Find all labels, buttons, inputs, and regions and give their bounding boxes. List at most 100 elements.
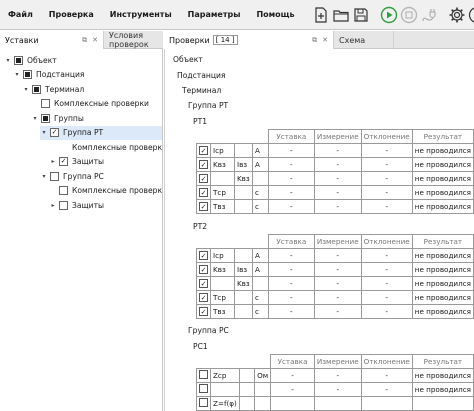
setting-value[interactable]: - (270, 368, 315, 383)
measured-value[interactable] (313, 396, 362, 411)
tree-checkbox[interactable] (23, 70, 32, 79)
measured-value[interactable]: - (313, 199, 362, 214)
setting-value[interactable]: - (267, 199, 315, 214)
row-checkbox[interactable]: ✓ (199, 293, 208, 302)
deviation-value[interactable]: - (360, 171, 413, 186)
play-button[interactable] (380, 4, 398, 26)
deviation-value[interactable] (360, 396, 413, 411)
menu-tools[interactable]: Инструменты (102, 0, 180, 30)
tree-item[interactable]: ▾ Терминал (22, 82, 84, 96)
measured-value[interactable]: - (313, 185, 362, 200)
tree-checkbox[interactable] (32, 84, 41, 94)
measured-value[interactable]: - (313, 304, 362, 319)
tree-item[interactable]: Комплексные проверки (49, 140, 162, 154)
tree-item[interactable]: Комплексные проверки (31, 97, 149, 111)
row-checkbox[interactable] (199, 398, 208, 407)
deviation-value[interactable]: - (360, 185, 413, 200)
tree-checkbox[interactable]: ✓ (59, 157, 68, 166)
menu-file[interactable]: Файл (0, 0, 41, 30)
tree-item[interactable]: Комплексные проверки (49, 184, 162, 198)
chevron-down-icon[interactable]: ▾ (31, 115, 39, 122)
setting-value[interactable]: - (267, 248, 315, 263)
tree-item[interactable]: ▾ Подстанция (13, 68, 85, 82)
tree-item[interactable]: ▸ ✓ Защиты (49, 155, 104, 169)
chevron-down-icon[interactable]: ▾ (13, 71, 21, 78)
row-checkbox[interactable]: ✓ (199, 146, 208, 155)
tree-checkbox[interactable] (41, 99, 50, 108)
setting-value[interactable] (270, 396, 315, 411)
deviation-value[interactable]: - (360, 382, 413, 397)
new-file-button[interactable] (312, 4, 330, 26)
row-checkbox[interactable] (199, 384, 208, 393)
close-icon[interactable]: ✕ (92, 36, 98, 44)
measured-value[interactable]: - (313, 143, 362, 158)
chevron-right-icon[interactable]: ▸ (49, 202, 57, 209)
deviation-value[interactable]: - (360, 143, 413, 158)
setting-value[interactable]: - (270, 382, 315, 397)
chevron-right-icon[interactable]: ▸ (49, 158, 57, 165)
setting-value[interactable]: - (267, 143, 315, 158)
row-checkbox[interactable]: ✓ (199, 307, 208, 316)
stop-button[interactable] (400, 4, 418, 26)
deviation-value[interactable]: - (360, 248, 413, 263)
save-button[interactable] (352, 4, 370, 26)
tab-check-conditions[interactable]: Условия проверок (104, 31, 163, 49)
row-checkbox[interactable]: ✓ (199, 279, 208, 288)
menu-check[interactable]: Проверка (41, 0, 102, 30)
deviation-value[interactable]: - (360, 262, 413, 277)
close-icon[interactable]: ✕ (322, 36, 328, 44)
plug-button[interactable] (420, 4, 438, 26)
row-checkbox[interactable]: ✓ (199, 174, 208, 183)
deviation-value[interactable]: - (360, 290, 413, 305)
chevron-down-icon[interactable]: ▾ (40, 173, 48, 180)
tab-settings[interactable]: Уставки ⧉ ✕ (0, 31, 104, 49)
chevron-down-icon[interactable]: ▾ (22, 86, 30, 93)
chevron-down-icon[interactable]: ▾ (4, 57, 12, 64)
tab-scheme[interactable]: Схема (334, 31, 394, 49)
pin-icon[interactable]: ⧉ (312, 36, 317, 45)
deviation-value[interactable]: - (360, 157, 413, 172)
row-checkbox[interactable] (199, 370, 208, 379)
pin-icon[interactable]: ⧉ (82, 36, 87, 45)
info-button[interactable] (468, 4, 474, 26)
measured-value[interactable]: - (313, 290, 362, 305)
measured-value[interactable]: - (313, 368, 362, 383)
open-folder-button[interactable] (332, 4, 350, 26)
setting-value[interactable]: - (267, 276, 315, 291)
menu-parameters[interactable]: Параметры (180, 0, 249, 30)
row-checkbox[interactable]: ✓ (199, 251, 208, 260)
deviation-value[interactable]: - (360, 368, 413, 383)
tree-item[interactable]: ▾ Группы (31, 111, 84, 125)
tab-checks[interactable]: Проверки [ 14 ] ⧉ ✕ (164, 31, 334, 49)
tree-item[interactable]: ▾ ✓ Группа РТ (40, 125, 162, 140)
measured-value[interactable]: - (313, 262, 362, 277)
tree-checkbox[interactable]: ✓ (50, 128, 59, 137)
tree-item[interactable]: ▾ Группа РС (40, 169, 104, 183)
deviation-value[interactable]: - (360, 304, 413, 319)
deviation-value[interactable]: - (360, 199, 413, 214)
deviation-value[interactable]: - (360, 276, 413, 291)
tree-checkbox[interactable] (50, 171, 59, 181)
row-checkbox[interactable]: ✓ (199, 188, 208, 197)
tree-checkbox[interactable] (59, 200, 68, 210)
menu-help[interactable]: Помощь (248, 0, 302, 30)
setting-value[interactable]: - (267, 185, 315, 200)
row-checkbox[interactable]: ✓ (199, 160, 208, 169)
measured-value[interactable]: - (313, 157, 362, 172)
measured-value[interactable]: - (313, 382, 362, 397)
settings-button[interactable] (448, 4, 466, 26)
tree-checkbox[interactable] (59, 186, 68, 195)
measured-value[interactable]: - (313, 171, 362, 186)
measured-value[interactable]: - (313, 248, 362, 263)
tree-item[interactable]: ▸ Защиты (49, 198, 104, 212)
tree-item[interactable]: ▾ Объект (4, 53, 57, 67)
setting-value[interactable]: - (267, 171, 315, 186)
tree-checkbox[interactable] (14, 55, 23, 65)
setting-value[interactable]: - (267, 157, 315, 172)
setting-value[interactable]: - (267, 304, 315, 319)
setting-value[interactable]: - (267, 290, 315, 305)
measured-value[interactable]: - (313, 276, 362, 291)
tree-checkbox[interactable] (41, 113, 50, 123)
chevron-down-icon[interactable]: ▾ (40, 129, 48, 136)
row-checkbox[interactable]: ✓ (199, 265, 208, 274)
